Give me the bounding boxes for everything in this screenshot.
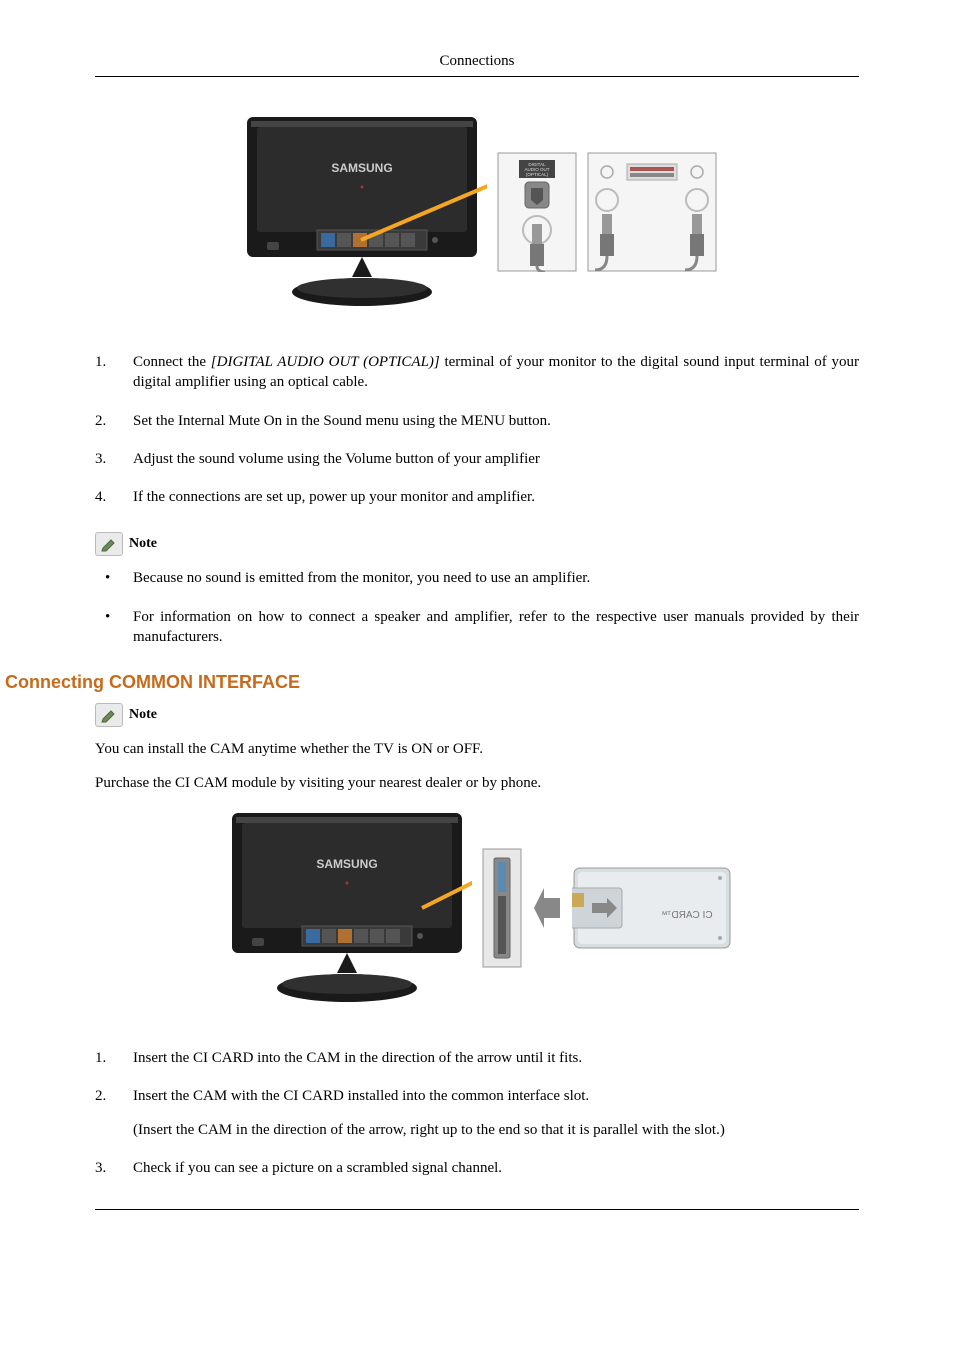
ci-card-illustration: CI CARD™	[572, 858, 732, 958]
terminal-name: [DIGITAL AUDIO OUT (OPTICAL)]	[211, 354, 440, 370]
header-rule	[95, 76, 859, 77]
figure-optical-connection: SAMSUNG	[95, 112, 859, 317]
ci-step-3: Check if you can see a picture on a scra…	[95, 1158, 859, 1178]
note-icon	[95, 703, 123, 727]
ci-steps-list: Insert the CI CARD into the CAM in the d…	[95, 1048, 859, 1179]
step-4: If the connections are set up, power up …	[95, 487, 859, 507]
figure-ci-card: SAMSUNG	[95, 808, 859, 1013]
optical-port-closeup: DIGITAL AUDIO OUT (OPTICAL)	[497, 152, 577, 272]
optical-steps-list: Connect the [DIGITAL AUDIO OUT (OPTICAL)…	[95, 352, 859, 507]
footer-rule	[95, 1209, 859, 1210]
arrow-left-icon	[532, 883, 562, 933]
step-3: Adjust the sound volume using the Volume…	[95, 449, 859, 469]
note-callout: Note	[95, 532, 859, 556]
ci-step-2: Insert the CAM with the CI CARD installe…	[95, 1086, 859, 1141]
section-heading-common-interface: Connecting COMMON INTERFACE	[5, 672, 859, 693]
amplifier-illustration	[587, 152, 717, 272]
note-label: Note	[129, 536, 157, 552]
svg-text:CI CARD™: CI CARD™	[661, 910, 712, 921]
svg-text:SAMSUNG: SAMSUNG	[316, 857, 377, 871]
paragraph-cam-install: You can install the CAM anytime whether …	[95, 739, 859, 759]
paragraph-cam-purchase: Purchase the CI CAM module by visiting y…	[95, 773, 859, 793]
note-bullets: Because no sound is emitted from the mon…	[95, 568, 859, 647]
svg-text:SAMSUNG: SAMSUNG	[331, 161, 392, 175]
svg-text:(OPTICAL): (OPTICAL)	[526, 172, 549, 177]
monitor-illustration: SAMSUNG	[237, 112, 487, 312]
bullet-2: For information on how to connect a spea…	[95, 607, 859, 648]
monitor-illustration-2: SAMSUNG	[222, 808, 472, 1008]
ci-step-1: Insert the CI CARD into the CAM in the d…	[95, 1048, 859, 1068]
note-icon	[95, 532, 123, 556]
step-1: Connect the [DIGITAL AUDIO OUT (OPTICAL)…	[95, 352, 859, 393]
ci-slot-closeup	[482, 848, 522, 968]
bullet-1: Because no sound is emitted from the mon…	[95, 568, 859, 588]
note-label: Note	[129, 707, 157, 723]
page-header-title: Connections	[95, 53, 859, 70]
note-callout-2: Note	[95, 703, 859, 727]
ci-step-2-sub: (Insert the CAM in the direction of the …	[133, 1120, 859, 1140]
step-2: Set the Internal Mute On in the Sound me…	[95, 411, 859, 431]
